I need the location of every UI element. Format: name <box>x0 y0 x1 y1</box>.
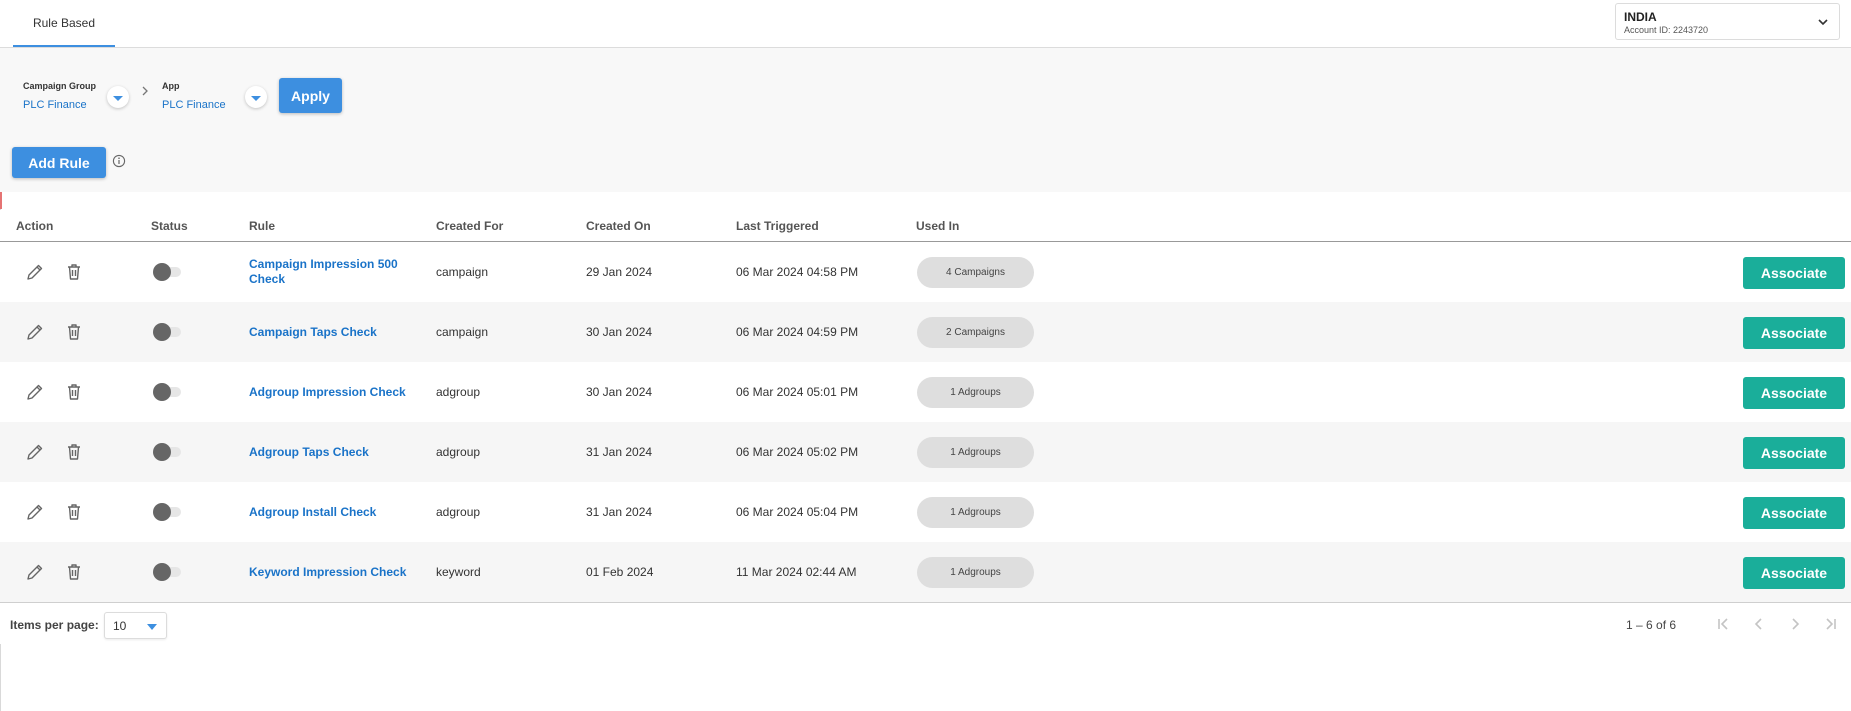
tab-rule-based[interactable]: Rule Based <box>13 0 115 47</box>
pencil-icon[interactable] <box>25 262 45 282</box>
last-page-icon[interactable] <box>1822 615 1840 633</box>
associate-button[interactable]: Associate <box>1743 377 1845 409</box>
last-triggered-cell: 06 Mar 2024 05:04 PM <box>736 505 859 519</box>
used-in-badge[interactable]: 1 Adgroups <box>917 437 1034 468</box>
table-row: Campaign Taps Check campaign 30 Jan 2024… <box>0 302 1851 362</box>
chevron-right-icon <box>142 86 148 96</box>
campaign-group-filter: Campaign Group PLC Finance <box>23 81 96 111</box>
created-on-cell: 01 Feb 2024 <box>586 565 654 579</box>
created-on-cell: 31 Jan 2024 <box>586 445 653 459</box>
app-dropdown-button[interactable] <box>245 86 267 108</box>
trash-icon[interactable] <box>64 442 84 462</box>
pencil-icon[interactable] <box>25 322 45 342</box>
used-in-badge[interactable]: 1 Adgroups <box>917 497 1034 528</box>
trash-icon[interactable] <box>64 382 84 402</box>
account-id: Account ID: 2243720 <box>1624 25 1709 35</box>
created-on-cell: 30 Jan 2024 <box>586 325 653 339</box>
associate-button[interactable]: Associate <box>1743 557 1845 589</box>
apply-button[interactable]: Apply <box>279 78 342 113</box>
associate-button[interactable]: Associate <box>1743 257 1845 289</box>
trash-icon[interactable] <box>64 502 84 522</box>
used-in-badge[interactable]: 1 Adgroups <box>917 377 1034 408</box>
app-label: App <box>162 81 180 91</box>
last-triggered-cell: 06 Mar 2024 05:01 PM <box>736 385 859 399</box>
rule-link[interactable]: Adgroup Impression Check <box>249 385 406 400</box>
created-for-cell: adgroup <box>436 385 481 399</box>
last-triggered-cell: 06 Mar 2024 05:02 PM <box>736 445 859 459</box>
trash-icon[interactable] <box>64 262 84 282</box>
status-toggle[interactable] <box>153 503 181 521</box>
table-row: Adgroup Taps Check adgroup 31 Jan 2024 0… <box>0 422 1851 482</box>
last-triggered-cell: 06 Mar 2024 04:59 PM <box>736 325 859 339</box>
associate-button[interactable]: Associate <box>1743 317 1845 349</box>
used-in-badge[interactable]: 4 Campaigns <box>917 257 1034 288</box>
table-row: Campaign Impression 500 Check campaign 2… <box>0 242 1851 302</box>
used-in-badge[interactable]: 1 Adgroups <box>917 557 1034 588</box>
column-header-status: Status <box>151 219 188 233</box>
pencil-icon[interactable] <box>25 502 45 522</box>
created-on-cell: 30 Jan 2024 <box>586 385 653 399</box>
chevron-down-icon <box>1818 19 1828 26</box>
table-row: Adgroup Install Check adgroup 31 Jan 202… <box>0 482 1851 542</box>
created-for-cell: keyword <box>436 565 481 579</box>
created-for-cell: adgroup <box>436 445 481 459</box>
paginator: Items per page: 10 1 – 6 of 6 <box>0 602 1851 644</box>
items-per-page-select[interactable]: 10 <box>104 612 167 639</box>
status-toggle[interactable] <box>153 383 181 401</box>
created-on-cell: 31 Jan 2024 <box>586 505 653 519</box>
status-toggle[interactable] <box>153 563 181 581</box>
top-header: Rule Based INDIA Account ID: 2243720 <box>0 0 1851 48</box>
column-header-last-triggered: Last Triggered <box>736 219 819 233</box>
column-header-created-for: Created For <box>436 219 504 233</box>
info-icon[interactable] <box>112 154 126 168</box>
associate-button[interactable]: Associate <box>1743 497 1845 529</box>
table-header: Action Status Rule Created For Created O… <box>0 210 1851 242</box>
app-filter: App PLC Finance <box>162 81 226 111</box>
status-toggle[interactable] <box>153 323 181 341</box>
rule-link[interactable]: Campaign Taps Check <box>249 325 377 340</box>
associate-button[interactable]: Associate <box>1743 437 1845 469</box>
rule-link[interactable]: Adgroup Install Check <box>249 505 376 520</box>
app-value[interactable]: PLC Finance <box>162 99 226 111</box>
page-range-label: 1 – 6 of 6 <box>1626 618 1677 632</box>
rule-link[interactable]: Keyword Impression Check <box>249 565 406 580</box>
account-selector[interactable]: INDIA Account ID: 2243720 <box>1615 3 1840 40</box>
table-row: Adgroup Impression Check adgroup 30 Jan … <box>0 362 1851 422</box>
column-header-used-in: Used In <box>916 219 960 233</box>
status-toggle[interactable] <box>153 263 181 281</box>
last-triggered-cell: 11 Mar 2024 02:44 AM <box>736 565 857 579</box>
created-on-cell: 29 Jan 2024 <box>586 265 653 279</box>
campaign-group-label: Campaign Group <box>23 81 97 91</box>
pencil-icon[interactable] <box>25 442 45 462</box>
add-rule-button[interactable]: Add Rule <box>12 147 106 178</box>
filter-area <box>0 48 1851 192</box>
items-per-page-value: 10 <box>113 619 127 633</box>
created-for-cell: adgroup <box>436 505 481 519</box>
rule-link[interactable]: Campaign Impression 500 Check <box>249 257 399 287</box>
column-header-created-on: Created On <box>586 219 651 233</box>
pencil-icon[interactable] <box>25 382 45 402</box>
pencil-icon[interactable] <box>25 562 45 582</box>
used-in-badge[interactable]: 2 Campaigns <box>917 317 1034 348</box>
trash-icon[interactable] <box>64 562 84 582</box>
first-page-icon[interactable] <box>1714 615 1732 633</box>
last-triggered-cell: 06 Mar 2024 04:58 PM <box>736 265 859 279</box>
created-for-cell: campaign <box>436 325 489 339</box>
items-per-page-label: Items per page: <box>10 618 99 632</box>
caret-down-icon <box>147 624 157 630</box>
previous-page-icon[interactable] <box>1750 615 1768 633</box>
next-page-icon[interactable] <box>1786 615 1804 633</box>
rule-link[interactable]: Adgroup Taps Check <box>249 445 369 460</box>
created-for-cell: campaign <box>436 265 489 279</box>
campaign-group-value[interactable]: PLC Finance <box>23 99 96 111</box>
table-row: Keyword Impression Check keyword 01 Feb … <box>0 542 1851 602</box>
trash-icon[interactable] <box>64 322 84 342</box>
account-name: INDIA <box>1624 10 1657 24</box>
campaign-group-dropdown-button[interactable] <box>107 86 129 108</box>
column-header-rule: Rule <box>249 219 276 233</box>
status-toggle[interactable] <box>153 443 181 461</box>
column-header-action: Action <box>16 219 54 233</box>
